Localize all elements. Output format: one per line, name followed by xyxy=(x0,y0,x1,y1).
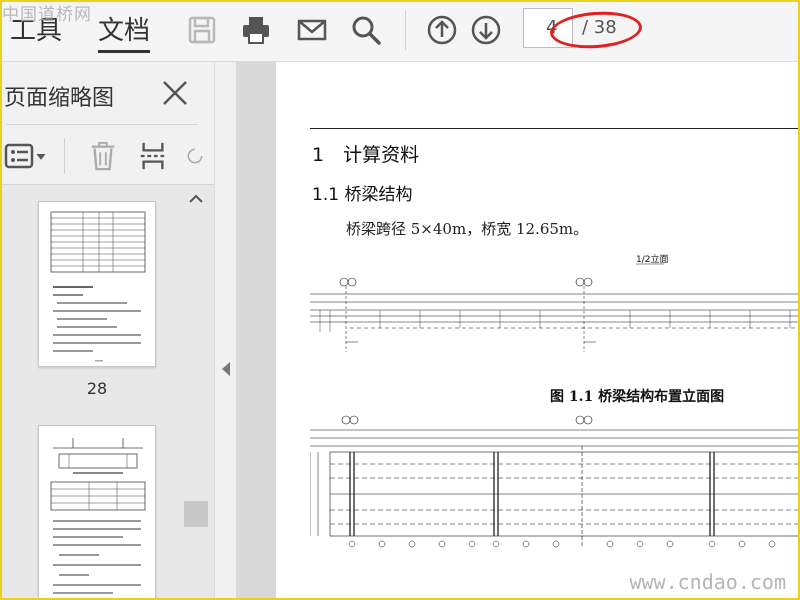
body-paragraph: 桥梁跨径 5×40m，桥宽 12.65m。 xyxy=(346,220,589,238)
options-menu-icon[interactable] xyxy=(4,140,48,172)
bridge-plan-drawing xyxy=(310,415,800,548)
figure-caption: 图 1.1 桥梁结构布置立面图 xyxy=(550,389,725,405)
chevron-left-icon[interactable] xyxy=(222,362,230,376)
search-icon[interactable] xyxy=(348,12,384,48)
drawing-title: 1/2立面 xyxy=(636,253,669,265)
thumbnail-page-label: 28 xyxy=(86,379,108,398)
document-page: 1 计算资料 1.1 桥梁结构 桥梁跨径 5×40m，桥宽 12.65m。 1/… xyxy=(276,62,800,600)
watermark-bottom: www.cndao.com xyxy=(629,570,786,594)
active-tab-indicator xyxy=(98,50,150,53)
page-down-icon[interactable] xyxy=(468,12,504,48)
subsection-heading: 1.1 桥梁结构 xyxy=(312,185,413,205)
split-page-icon[interactable] xyxy=(138,140,168,172)
scroll-thumb[interactable] xyxy=(184,501,208,527)
rotate-icon[interactable] xyxy=(186,140,204,172)
panel-toolbar-separator xyxy=(64,138,65,174)
delete-icon[interactable] xyxy=(88,140,118,172)
document-viewport[interactable]: 1 计算资料 1.1 桥梁结构 桥梁跨径 5×40m，桥宽 12.65m。 1/… xyxy=(236,62,800,600)
panel-toolbar xyxy=(0,134,210,178)
panel-title: 页面缩略图 xyxy=(4,86,115,111)
watermark-top: 中国道桥网 xyxy=(2,5,92,25)
toolbar-separator xyxy=(405,10,406,50)
page-up-icon[interactable] xyxy=(424,12,460,48)
close-icon[interactable] xyxy=(160,78,190,108)
panel-divider xyxy=(6,124,198,125)
print-icon[interactable] xyxy=(238,12,274,48)
page-thumbnail[interactable] xyxy=(38,201,156,367)
chevron-up-icon[interactable] xyxy=(188,191,204,207)
page-thumbnail[interactable] xyxy=(38,425,156,600)
header-rule xyxy=(310,128,800,129)
tab-document[interactable]: 文档 xyxy=(98,10,150,47)
mail-icon[interactable] xyxy=(294,12,330,48)
save-icon[interactable] xyxy=(184,12,220,48)
panel-collapse-bar[interactable] xyxy=(214,62,236,600)
thumbnail-panel: 页面缩略图 28 xyxy=(0,62,214,600)
section-heading: 1 计算资料 xyxy=(312,144,420,166)
bridge-elevation-drawing: 1/2立面 xyxy=(310,253,800,352)
thumbnail-list[interactable]: 28 xyxy=(0,184,214,600)
top-toolbar: 工具 文档 4 / 38 xyxy=(0,0,800,62)
thumbnail-scrollbar[interactable] xyxy=(184,185,208,600)
